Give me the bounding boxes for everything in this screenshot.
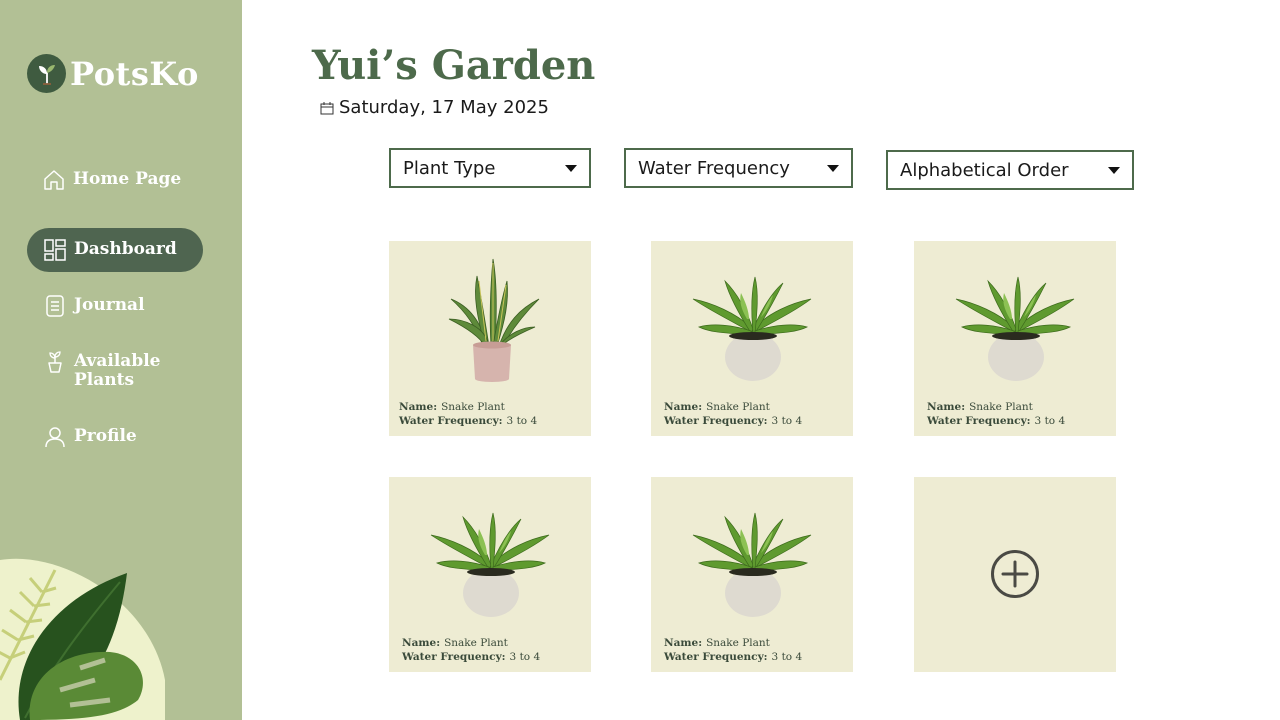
sidebar-item-available-plants[interactable]: Available Plants [43, 350, 174, 390]
sidebar-item-label: Profile [74, 426, 137, 446]
plant-name: Snake Plant [706, 401, 770, 413]
water-frequency-label: Water Frequency: [927, 415, 1031, 427]
water-frequency-value: 3 to 4 [771, 415, 803, 427]
name-label: Name: [402, 637, 441, 649]
sidebar: PotsKo Home Page Dashboard Journal Avail… [0, 0, 242, 720]
plant-name: Snake Plant [444, 637, 508, 649]
name-label: Name: [664, 401, 703, 413]
water-frequency-value: 3 to 4 [506, 415, 538, 427]
snake-plant-image [448, 258, 540, 382]
sidebar-item-home[interactable]: Home Page [42, 168, 181, 192]
dropdown-label: Plant Type [403, 157, 496, 179]
fern-plant-image [955, 276, 1075, 381]
app-name: PotsKo [70, 54, 199, 93]
plant-info: Name: Snake Plant Water Frequency: 3 to 4 [402, 636, 540, 664]
decorative-leaves [0, 558, 165, 720]
plant-card[interactable]: Name: Snake Plant Water Frequency: 3 to 4 [651, 241, 853, 436]
sidebar-item-label: Available Plants [74, 351, 161, 390]
app-logo[interactable]: PotsKo [27, 54, 199, 93]
plant-card[interactable]: Name: Snake Plant Water Frequency: 3 to 4 [651, 477, 853, 672]
date-text: Saturday, 17 May 2025 [339, 97, 549, 118]
fern-plant-image [692, 512, 812, 617]
water-frequency-value: 3 to 4 [771, 651, 803, 663]
dashboard-icon [44, 239, 66, 261]
journal-icon [46, 295, 64, 317]
plant-info: Name: Snake Plant Water Frequency: 3 to 4 [664, 636, 802, 664]
calendar-icon [320, 101, 334, 114]
sidebar-item-profile[interactable]: Profile [43, 425, 137, 449]
caret-down-icon [1108, 167, 1120, 174]
sprout-logo-icon [27, 54, 66, 93]
water-frequency-label: Water Frequency: [399, 415, 503, 427]
plant-info: Name: Snake Plant Water Frequency: 3 to 4 [399, 400, 537, 428]
sidebar-item-label: Home Page [73, 169, 182, 189]
water-frequency-label: Water Frequency: [402, 651, 506, 663]
plant-pot-icon [48, 351, 62, 373]
sidebar-item-dashboard[interactable]: Dashboard [27, 228, 203, 272]
name-label: Name: [927, 401, 966, 413]
sidebar-item-journal[interactable]: Journal [43, 294, 145, 318]
plant-info: Name: Snake Plant Water Frequency: 3 to 4 [664, 400, 802, 428]
plant-name: Snake Plant [706, 637, 770, 649]
plant-name: Snake Plant [441, 401, 505, 413]
name-label: Name: [399, 401, 438, 413]
water-frequency-label: Water Frequency: [664, 415, 768, 427]
water-frequency-value: 3 to 4 [1034, 415, 1066, 427]
water-frequency-value: 3 to 4 [509, 651, 541, 663]
caret-down-icon [565, 165, 577, 172]
sidebar-item-label: Dashboard [74, 239, 177, 259]
add-plant-card[interactable] [914, 477, 1116, 672]
alphabetical-order-dropdown[interactable]: Alphabetical Order [886, 150, 1134, 190]
sidebar-item-label: Journal [74, 295, 145, 315]
plant-card[interactable]: Name: Snake Plant Water Frequency: 3 to 4 [914, 241, 1116, 436]
plant-card[interactable]: Name: Snake Plant Water Frequency: 3 to 4 [389, 241, 591, 436]
date-display: Saturday, 17 May 2025 [320, 97, 549, 118]
plant-info: Name: Snake Plant Water Frequency: 3 to 4 [927, 400, 1065, 428]
home-icon [44, 170, 64, 190]
user-icon [45, 427, 65, 448]
fern-plant-image [430, 512, 550, 617]
plant-card[interactable]: Name: Snake Plant Water Frequency: 3 to 4 [389, 477, 591, 672]
plus-circle-icon[interactable] [990, 549, 1040, 599]
name-label: Name: [664, 637, 703, 649]
page-title: Yui’s Garden [312, 42, 596, 89]
fern-plant-image [692, 276, 812, 381]
plant-type-dropdown[interactable]: Plant Type [389, 148, 591, 188]
water-frequency-label: Water Frequency: [664, 651, 768, 663]
dropdown-label: Water Frequency [638, 157, 790, 179]
water-frequency-dropdown[interactable]: Water Frequency [624, 148, 853, 188]
caret-down-icon [827, 165, 839, 172]
dropdown-label: Alphabetical Order [900, 159, 1069, 181]
plant-name: Snake Plant [969, 401, 1033, 413]
